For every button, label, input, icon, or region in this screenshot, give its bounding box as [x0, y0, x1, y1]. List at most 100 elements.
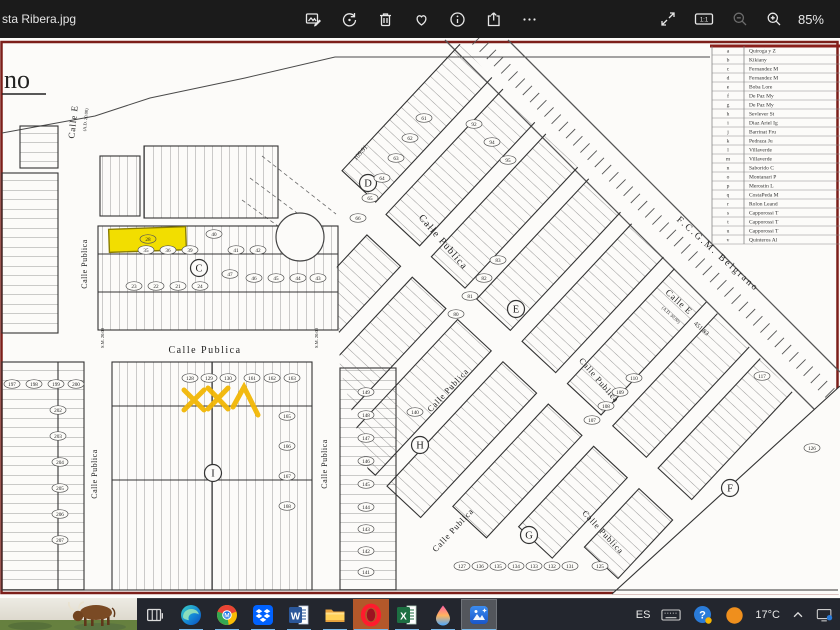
- parcel-number: 126: [808, 446, 816, 452]
- parcel-number: 131: [566, 564, 574, 570]
- map-block: [100, 156, 140, 216]
- file-explorer-icon: [323, 603, 347, 627]
- table-row-name: Quinteros Al: [749, 238, 778, 244]
- parcel-number: 200: [72, 382, 80, 388]
- tray-app-button[interactable]: [816, 607, 834, 623]
- taskbar-opera[interactable]: [353, 599, 389, 630]
- parcel-number: 149: [362, 390, 370, 396]
- bottom-strip: M W: [0, 598, 840, 630]
- screen: sta Ribera.jpg: [0, 0, 840, 630]
- parcel-number: 148: [362, 413, 370, 419]
- table-row-name: Villaverde: [749, 157, 772, 163]
- edit-image-button[interactable]: [303, 9, 324, 30]
- more-button[interactable]: [519, 9, 540, 30]
- table-row-name: Barrinat Fru: [749, 130, 776, 136]
- parcel-number: 24: [197, 284, 203, 290]
- taskbar-edge[interactable]: [173, 599, 209, 630]
- parcel-number: 64: [379, 176, 385, 182]
- zoom-out-button[interactable]: [730, 9, 750, 29]
- table-row-key: k: [727, 139, 730, 145]
- sun-icon: [725, 606, 744, 625]
- fullscreen-button[interactable]: [658, 9, 678, 29]
- table-row-name: Capporossi T: [749, 211, 779, 217]
- taskbar-dropbox[interactable]: [245, 599, 281, 630]
- parcel-number: 63: [393, 156, 399, 162]
- table-row-name: Saborido C: [749, 166, 774, 172]
- photo-viewer[interactable]: 28 no aQuiroga y ZbKikianycFernandez MdF…: [0, 38, 840, 598]
- parcel-number: 142: [362, 549, 370, 555]
- zoom-level: 85%: [798, 12, 824, 27]
- parcel-number: 134: [512, 564, 520, 570]
- parcel-number: 127: [458, 564, 466, 570]
- taskbar-word[interactable]: W: [281, 599, 317, 630]
- favorite-button[interactable]: [411, 9, 432, 30]
- table-row-key: p: [727, 184, 730, 190]
- windows-taskbar: M W: [137, 598, 840, 630]
- zoom-out-icon: [732, 11, 748, 27]
- svg-text:M: M: [224, 612, 229, 619]
- parcel-number: 23: [131, 284, 137, 290]
- taskbar-chrome[interactable]: M: [209, 599, 245, 630]
- help-icon: ?: [692, 604, 714, 626]
- actual-size-button[interactable]: 1:1: [692, 9, 716, 29]
- parcel-number: 203: [54, 434, 62, 440]
- parcel-number: 146: [362, 459, 370, 465]
- help-button[interactable]: ?: [692, 604, 714, 626]
- table-row-name: De Paz My: [749, 103, 774, 109]
- table-row-key: h: [727, 112, 730, 118]
- parcel-number: 35: [143, 248, 149, 254]
- block-letter: F: [727, 484, 733, 495]
- taskbar-paint[interactable]: [425, 599, 461, 630]
- chevron-up-icon: [791, 608, 805, 622]
- table-row-name: Kikiany: [749, 58, 767, 64]
- parcel-number: 66: [355, 216, 361, 222]
- street-label: Calle Publica: [320, 439, 329, 488]
- parcel-number: 45: [273, 276, 279, 282]
- dropbox-icon: [251, 603, 275, 627]
- taskbar-excel[interactable]: X: [389, 599, 425, 630]
- parcel-number: 129: [205, 376, 213, 382]
- parcel-number: 147: [362, 436, 370, 442]
- weather-button[interactable]: [725, 606, 744, 625]
- zoom-in-button[interactable]: [764, 9, 784, 29]
- parcel-number: 141: [362, 570, 370, 576]
- parcel-number: 43: [315, 276, 321, 282]
- delete-button[interactable]: [375, 9, 396, 30]
- parcel-number: 199: [52, 382, 60, 388]
- parcel-number: 133: [530, 564, 538, 570]
- taskbar-explorer[interactable]: [317, 599, 353, 630]
- table-row-key: r: [727, 202, 729, 208]
- parcel-number: 80: [453, 312, 459, 318]
- keyboard-button[interactable]: [661, 607, 681, 623]
- info-button[interactable]: [447, 9, 468, 30]
- parcel-number: 161: [248, 376, 256, 382]
- edit-image-icon: [305, 11, 322, 28]
- excel-icon: X: [395, 603, 419, 627]
- table-row-key: u: [727, 229, 730, 235]
- language-indicator[interactable]: ES: [636, 609, 651, 621]
- map-block: [20, 126, 58, 168]
- block-letter: G: [525, 531, 533, 542]
- opera-icon: [359, 603, 383, 627]
- street-label: S.M. 20.00: [314, 327, 319, 348]
- parcel-number: 47: [227, 272, 233, 278]
- parcel-number: 83: [495, 258, 501, 264]
- chrome-icon: M: [215, 603, 239, 627]
- taskbar-photos[interactable]: [461, 599, 497, 630]
- parcel-number: 82: [481, 276, 487, 282]
- table-row-name: Capporossi T: [749, 229, 779, 235]
- photos-app-titlebar: sta Ribera.jpg: [0, 0, 840, 38]
- parcel-number: 144: [362, 505, 370, 511]
- taskbar-task-view[interactable]: [137, 599, 173, 630]
- share-button[interactable]: [483, 9, 504, 30]
- block-letter: I: [211, 469, 215, 480]
- table-row-name: CostaPeda M: [749, 193, 779, 199]
- tray-overflow-button[interactable]: [791, 608, 805, 622]
- fullscreen-icon: [660, 11, 676, 27]
- table-row-key: f: [727, 93, 729, 100]
- table-row-name: Fernandez M: [749, 76, 778, 82]
- rotate-button[interactable]: [339, 9, 360, 30]
- system-tray: ES ?: [636, 604, 840, 626]
- block-letter: C: [195, 264, 202, 275]
- parcel-number: 81: [467, 294, 473, 300]
